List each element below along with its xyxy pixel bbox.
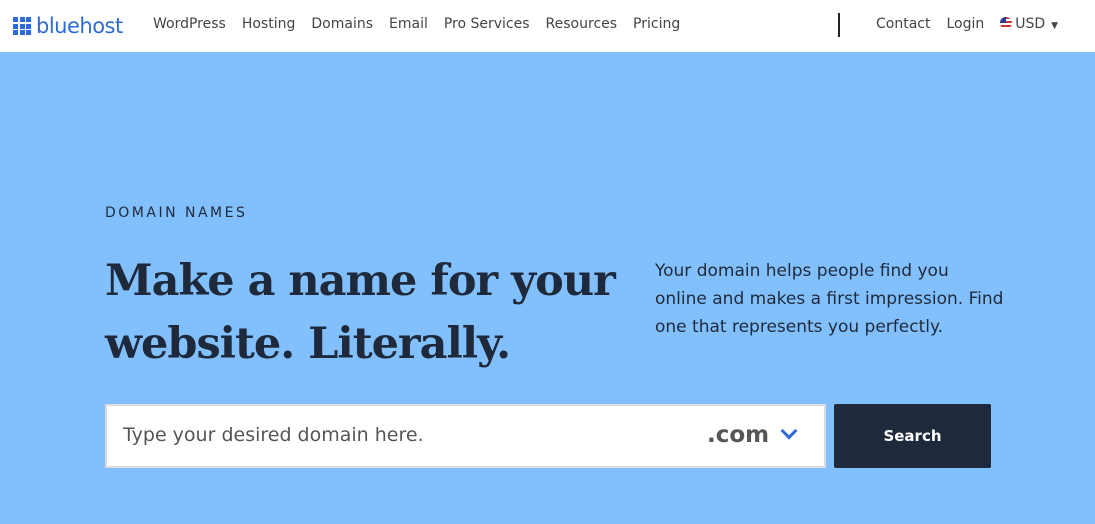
eyebrow: DOMAIN NAMES — [105, 205, 248, 221]
logo-grid-icon — [13, 17, 31, 35]
domain-search-box: .com — [105, 404, 826, 468]
description: Your domain helps people find you online… — [655, 261, 1004, 337]
nav-contact[interactable]: Contact — [876, 16, 930, 32]
chevron-down-icon — [780, 422, 798, 440]
nav-pricing[interactable]: Pricing — [633, 16, 680, 32]
caret-down-icon: ▼ — [1051, 21, 1059, 31]
nav-domains[interactable]: Domains — [311, 16, 373, 32]
search-button[interactable]: Search — [834, 404, 991, 468]
nav-pro-services[interactable]: Pro Services — [444, 16, 530, 32]
logo-text: bluehost — [36, 14, 123, 38]
bluehost-logo[interactable]: bluehost — [13, 14, 123, 38]
nav-wordpress[interactable]: WordPress — [153, 16, 226, 32]
divider — [838, 13, 840, 37]
domain-search-input[interactable] — [123, 424, 683, 446]
tld-label: .com — [707, 422, 770, 448]
headline-line-1: Make a name for your — [105, 256, 616, 306]
currency-selector[interactable]: USD ▼ — [1000, 16, 1058, 32]
headline-line-2: website. Literally. — [105, 319, 511, 369]
nav-login[interactable]: Login — [946, 16, 984, 32]
nav-resources[interactable]: Resources — [546, 16, 618, 32]
tld-select[interactable]: .com — [707, 422, 798, 448]
currency-label: USD — [1015, 16, 1046, 32]
us-flag-icon — [1000, 17, 1013, 29]
nav-hosting[interactable]: Hosting — [242, 16, 296, 32]
top-nav: bluehost WordPress Hosting Domains Email… — [0, 0, 1095, 52]
nav-email[interactable]: Email — [389, 16, 428, 32]
page-title: Make a name for your website. Literally. — [105, 250, 616, 376]
